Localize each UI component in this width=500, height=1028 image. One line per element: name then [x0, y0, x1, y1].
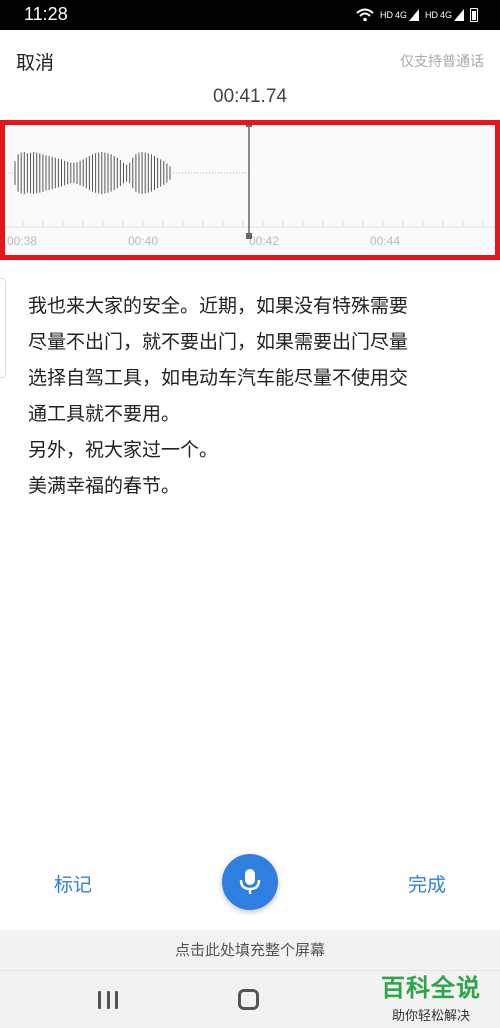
fill-screen-button[interactable]: 点击此处填充整个屏幕	[0, 930, 500, 970]
status-time: 11:28	[24, 4, 68, 24]
time-label: 00:42	[249, 234, 279, 248]
watermark-logo: 百科全说 助你轻松解决	[370, 968, 492, 1024]
transcript-line: 美满幸福的春节。	[28, 475, 181, 497]
home-button[interactable]	[238, 989, 259, 1010]
playhead-handle	[246, 233, 252, 239]
waveform-panel[interactable]: 00:38 00:40 00:42 00:44	[0, 120, 500, 260]
signal-2: HD 4G	[425, 9, 464, 21]
time-label: 00:38	[7, 234, 37, 248]
transcript-text[interactable]: 我也来大家的安全。近期，如果没有特殊需要 尽量不出门，就不要出门，如果需要出门尽量…	[28, 288, 478, 504]
time-label: 00:40	[128, 234, 158, 248]
battery-icon	[470, 8, 478, 22]
status-icons: HD 4G HD 4G	[356, 6, 478, 24]
time-label: 00:44	[370, 234, 400, 248]
playhead-top	[246, 125, 252, 127]
net-type-hd-2: HD	[424, 10, 438, 20]
net-type-4g-2: 4G	[439, 10, 452, 20]
signal-bars-icon	[408, 9, 419, 21]
watermark-title: 百科全说	[381, 974, 481, 1002]
recent-apps-button[interactable]	[98, 991, 118, 1009]
status-bar: 11:28 HD 4G HD 4G	[0, 0, 500, 30]
recording-timer: 00:41.74	[213, 86, 287, 107]
transcript-line: 我也来大家的安全。近期，如果没有特殊需要	[28, 295, 409, 317]
net-type-hd-1: HD	[379, 10, 393, 20]
microphone-icon	[239, 869, 261, 894]
side-handle[interactable]	[0, 278, 6, 378]
wifi-icon	[356, 8, 374, 22]
transcript-line: 通工具就不要用。	[28, 403, 181, 425]
mandarin-only-note: 仅支持普通话	[400, 54, 484, 70]
watermark-subtitle: 助你轻松解决	[391, 1009, 470, 1024]
transcript-line: 尽量不出门，就不要出门，如果需要出门尽量	[28, 331, 409, 353]
transcript-line: 选择自驾工具，如电动车汽车能尽量不使用交	[28, 367, 409, 389]
cancel-button[interactable]: 取消	[16, 48, 54, 75]
microphone-button[interactable]	[222, 854, 278, 910]
waveform: 00:38 00:40 00:42 00:44	[5, 125, 495, 248]
net-type-4g-1: 4G	[394, 10, 407, 20]
mark-button[interactable]: 标记	[54, 870, 92, 897]
signal-bars-icon	[454, 9, 464, 21]
signal-1: HD 4G	[380, 9, 419, 21]
done-button[interactable]: 完成	[408, 870, 446, 897]
transcript-line: 另外，祝大家过一个。	[28, 439, 219, 461]
